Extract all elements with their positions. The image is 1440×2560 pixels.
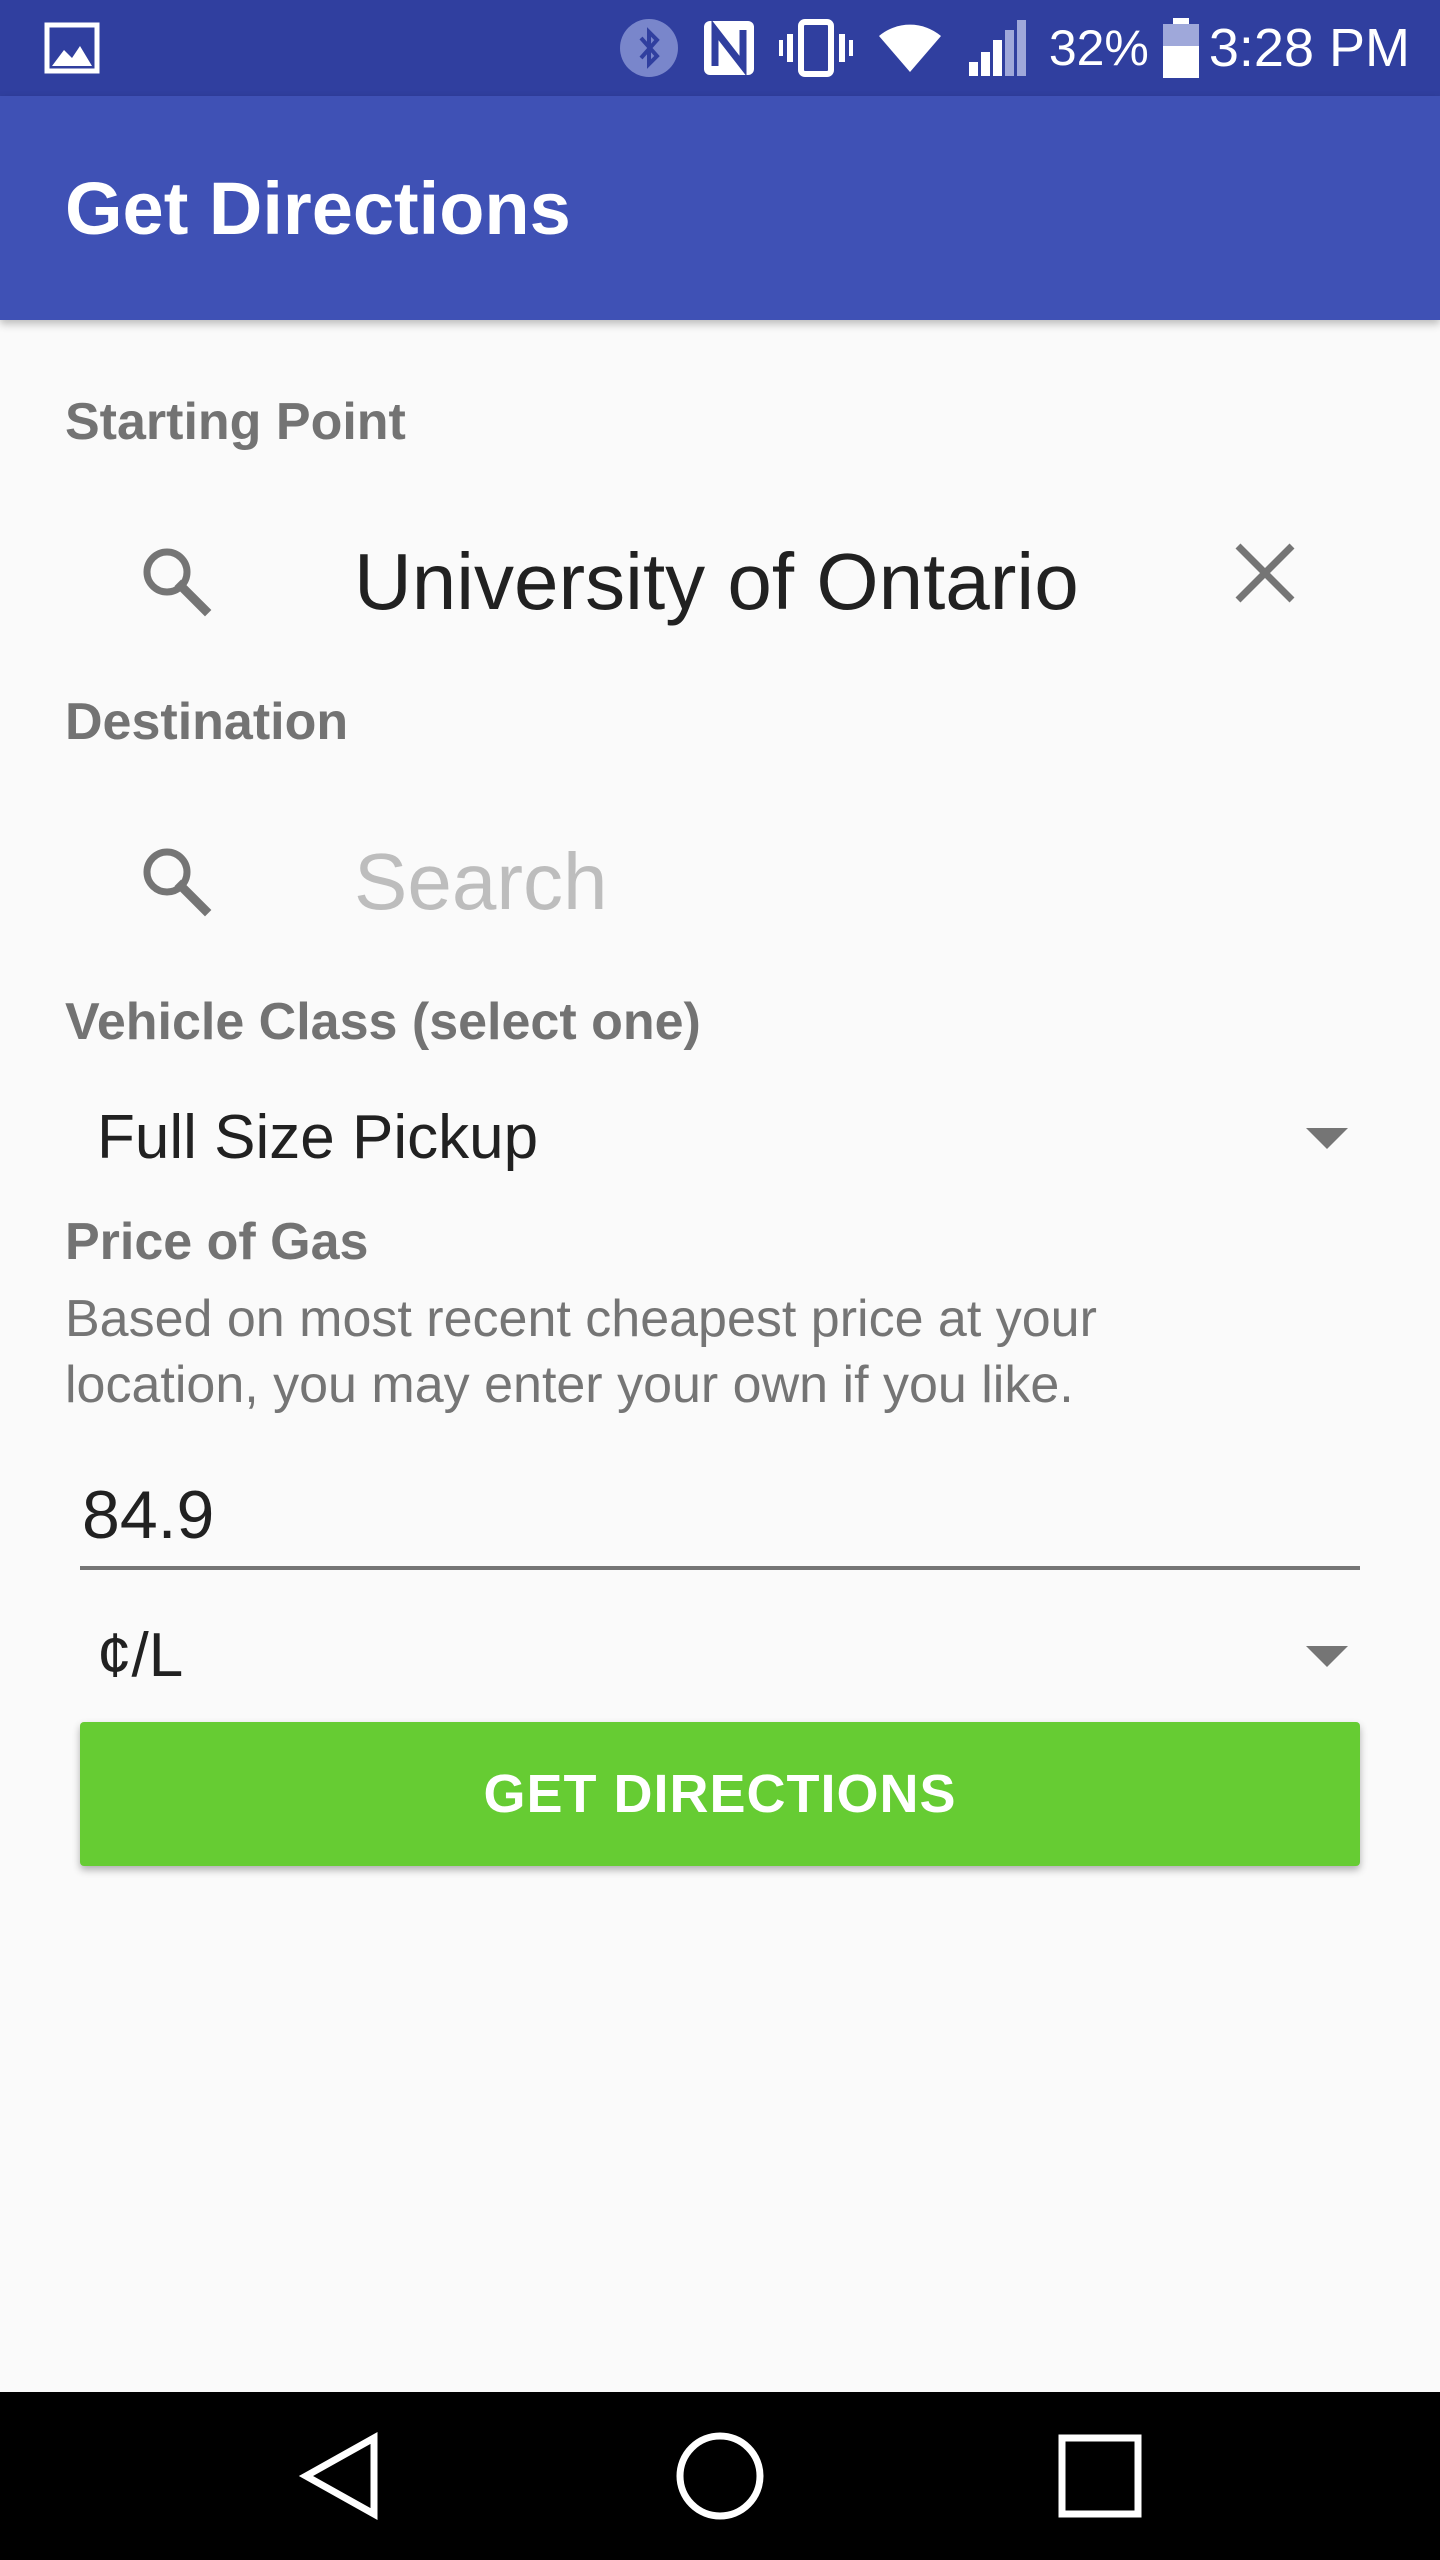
dropdown-arrow-icon bbox=[1306, 1128, 1348, 1149]
gas-price-value: 84.9 bbox=[82, 1477, 215, 1553]
gas-price-helper-text: Based on most recent cheapest price at y… bbox=[65, 1290, 1097, 1414]
app-bar: Get Directions bbox=[0, 96, 1440, 320]
gas-price-label: Price of Gas bbox=[65, 1213, 369, 1271]
destination-label: Destination bbox=[65, 693, 349, 751]
destination-search[interactable]: Search bbox=[0, 800, 1440, 950]
clock: 3:28 PM bbox=[1208, 18, 1410, 78]
vibrate-icon bbox=[778, 19, 853, 77]
screen: 32% 3:28 PM Get Directions Starting Poin… bbox=[0, 0, 1440, 2560]
gas-unit-dropdown[interactable]: ¢/L bbox=[0, 1598, 1440, 1708]
status-icons: 32% 3:28 PM bbox=[597, 0, 1410, 96]
home-icon[interactable] bbox=[670, 2426, 770, 2526]
vehicle-class-label: Vehicle Class (select one) bbox=[65, 993, 701, 1051]
recents-icon[interactable] bbox=[1050, 2426, 1150, 2526]
starting-point-label: Starting Point bbox=[65, 393, 406, 451]
get-directions-button[interactable]: GET DIRECTIONS bbox=[80, 1722, 1360, 1866]
nfc-icon bbox=[703, 19, 754, 77]
starting-point-input[interactable]: University of Ontario bbox=[354, 536, 1079, 628]
page-title: Get Directions bbox=[65, 167, 571, 250]
gas-unit-selected: ¢/L bbox=[97, 1621, 184, 1690]
vehicle-class-dropdown[interactable]: Full Size Pickup bbox=[0, 1080, 1440, 1190]
battery-icon bbox=[1162, 18, 1199, 78]
search-icon bbox=[143, 548, 212, 617]
signal-icon bbox=[968, 20, 1026, 76]
search-icon bbox=[143, 848, 212, 917]
close-icon[interactable] bbox=[1230, 538, 1300, 608]
destination-input[interactable]: Search bbox=[354, 836, 607, 928]
starting-point-search[interactable]: University of Ontario bbox=[0, 500, 1440, 650]
navigation-bar bbox=[0, 2392, 1440, 2560]
gas-price-input[interactable]: 84.9 bbox=[80, 1460, 1360, 1570]
wifi-icon bbox=[878, 24, 941, 72]
back-icon[interactable] bbox=[290, 2426, 390, 2526]
vehicle-class-selected: Full Size Pickup bbox=[97, 1103, 539, 1172]
dropdown-arrow-icon bbox=[1306, 1646, 1348, 1667]
gallery-icon bbox=[44, 22, 100, 74]
battery-percent: 32% bbox=[1048, 20, 1149, 76]
status-bar: 32% 3:28 PM bbox=[0, 0, 1440, 96]
bluetooth-icon bbox=[619, 19, 678, 77]
